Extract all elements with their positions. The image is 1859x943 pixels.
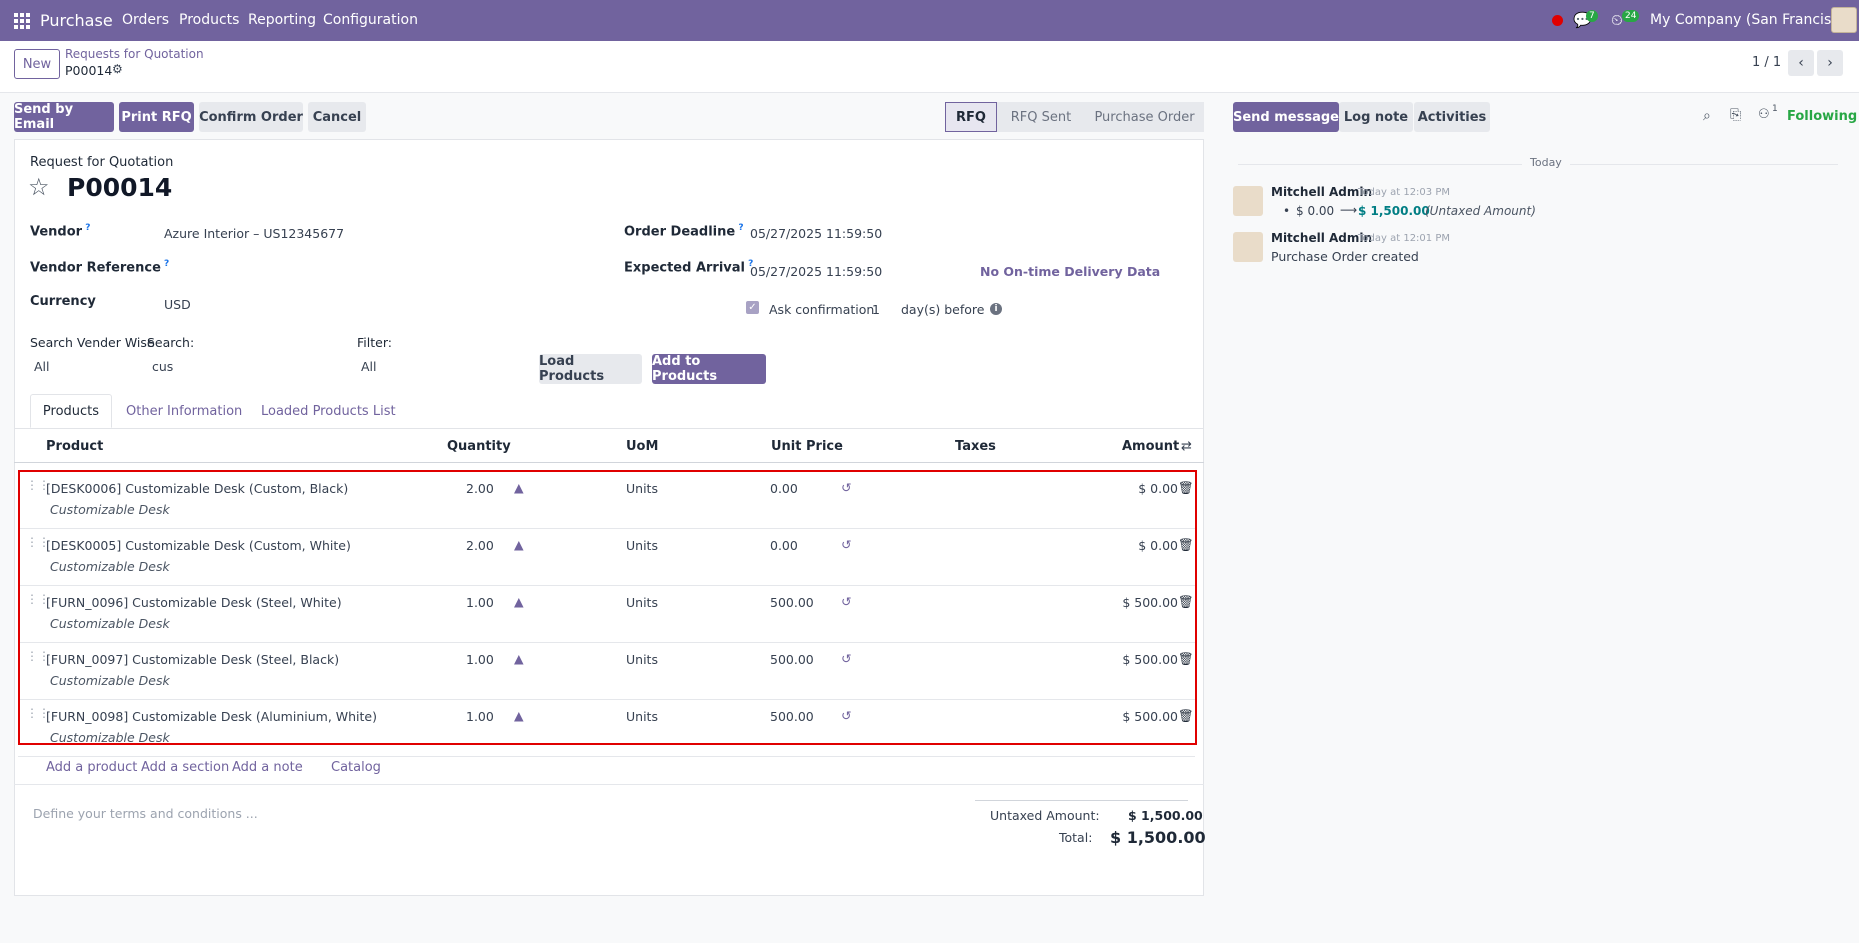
tracking-field: (Untaxed Amount) <box>1425 204 1536 218</box>
untaxed-amount-label: Untaxed Amount: <box>990 808 1100 823</box>
message-time: Today at 12:03 PM <box>1358 187 1450 198</box>
totals-divider <box>975 800 1188 801</box>
tab-loaded-products-list[interactable]: Loaded Products List <box>261 394 396 428</box>
star-icon[interactable]: ☆ <box>28 173 50 201</box>
vendor-label: Vendor ? <box>30 223 91 240</box>
stage-purchase-order[interactable]: Purchase Order <box>1085 102 1204 132</box>
gear-icon[interactable]: ⚙ <box>112 62 123 76</box>
order-deadline-label: Order Deadline ? <box>624 223 744 240</box>
on-time-delivery-link[interactable]: No On-time Delivery Data <box>980 264 1160 279</box>
untaxed-amount-value: $ 1,500.00 <box>1128 808 1203 823</box>
arrow-right-icon: ⟶ <box>1340 203 1358 217</box>
ask-confirmation-checkbox[interactable]: ✓ <box>746 301 759 314</box>
currency-label: Currency <box>30 294 96 309</box>
chat-count-badge: 7 <box>1586 10 1598 22</box>
app-name[interactable]: Purchase <box>40 11 113 30</box>
currency-field[interactable]: USD <box>164 297 191 312</box>
order-deadline-field[interactable]: 05/27/2025 11:59:50 <box>750 226 882 241</box>
vendor-field[interactable]: Azure Interior – US12345677 <box>164 226 344 241</box>
record-icon[interactable] <box>1552 15 1563 26</box>
message-body: Purchase Order created <box>1271 249 1419 264</box>
catalog-link[interactable]: Catalog <box>331 760 381 775</box>
search-vendor-label: Search Vender Wise <box>30 335 155 350</box>
tab-products[interactable]: Products <box>30 394 112 428</box>
activity-count-badge: 24 <box>1622 10 1640 22</box>
log-note-button[interactable]: Log note <box>1339 102 1413 132</box>
company-switcher[interactable]: My Company (San Francisco) <box>1650 12 1853 28</box>
attachment-icon[interactable]: ⎘ <box>1730 107 1741 123</box>
tabs-divider <box>14 428 1204 429</box>
search-vendor-select[interactable]: All <box>34 359 50 374</box>
message-author[interactable]: Mitchell Admin <box>1271 231 1372 245</box>
add-to-products-button[interactable]: Add to Products <box>652 354 766 384</box>
user-avatar[interactable] <box>1831 7 1857 33</box>
top-navbar: Purchase Orders Products Reporting Confi… <box>0 0 1859 41</box>
ask-confirmation-label: Ask confirmation <box>769 302 875 317</box>
col-unit-price[interactable]: Unit Price <box>771 439 843 454</box>
menu-orders[interactable]: Orders <box>122 12 169 28</box>
add-product-link[interactable]: Add a product <box>46 760 137 775</box>
col-product[interactable]: Product <box>46 439 103 454</box>
add-note-link[interactable]: Add a note <box>232 760 303 775</box>
tracking-new-value: $ 1,500.00 <box>1358 204 1430 218</box>
tracking-old-value: $ 0.00 <box>1296 204 1335 218</box>
menu-configuration[interactable]: Configuration <box>323 12 418 28</box>
pager-prev-icon[interactable]: ‹ <box>1788 50 1814 76</box>
breadcrumb-current: P00014 <box>65 63 113 78</box>
filter-select[interactable]: All <box>361 359 377 374</box>
days-before-label: day(s) before <box>901 302 985 317</box>
send-by-email-button[interactable]: Send by Email <box>14 102 114 132</box>
pager-next-icon[interactable]: › <box>1817 50 1843 76</box>
highlight-box <box>18 470 1197 745</box>
terms-input[interactable]: Define your terms and conditions ... <box>33 806 258 821</box>
col-amount[interactable]: Amount <box>1122 439 1179 454</box>
info-icon[interactable]: i <box>990 303 1002 315</box>
col-uom[interactable]: UoM <box>626 439 658 454</box>
col-taxes[interactable]: Taxes <box>955 439 996 454</box>
stage-rfq[interactable]: RFQ <box>945 102 997 132</box>
pager-value[interactable]: 1 / 1 <box>1752 55 1781 70</box>
message-author[interactable]: Mitchell Admin <box>1271 185 1372 199</box>
search-input[interactable]: cus <box>152 359 173 374</box>
total-value: $ 1,500.00 <box>1110 828 1206 847</box>
bullet: • <box>1283 204 1291 218</box>
header-divider <box>14 462 1204 463</box>
search-label: Search: <box>147 335 195 350</box>
new-button[interactable]: New <box>14 49 60 79</box>
col-quantity[interactable]: Quantity <box>447 439 511 454</box>
stage-rfq-sent[interactable]: RFQ Sent <box>997 102 1085 132</box>
apps-menu-icon[interactable] <box>14 13 30 29</box>
add-section-link[interactable]: Add a section <box>141 760 229 775</box>
search-icon[interactable]: ⌕ <box>1703 108 1711 124</box>
confirm-order-button[interactable]: Confirm Order <box>199 102 303 132</box>
menu-reporting[interactable]: Reporting <box>248 12 316 28</box>
order-name: P00014 <box>67 173 173 202</box>
menu-products[interactable]: Products <box>179 12 239 28</box>
send-message-button[interactable]: Send message <box>1233 102 1339 132</box>
filter-label: Filter: <box>357 335 392 350</box>
print-rfq-button[interactable]: Print RFQ <box>119 102 194 132</box>
load-products-button[interactable]: Load Products <box>539 354 642 384</box>
followers-icon[interactable]: ⚇ <box>1758 107 1770 122</box>
vendor-reference-label: Vendor Reference ? <box>30 259 170 276</box>
expected-arrival-field[interactable]: 05/27/2025 11:59:50 <box>750 264 882 279</box>
optional-columns-icon[interactable]: ⇄ <box>1181 439 1192 454</box>
activities-button[interactable]: Activities <box>1414 102 1490 132</box>
doc-type-label: Request for Quotation <box>30 155 174 170</box>
day-separator: Today <box>1522 156 1570 169</box>
lines-bottom-divider <box>14 784 1204 785</box>
followers-count: 1 <box>1772 104 1778 114</box>
tab-other-information[interactable]: Other Information <box>126 394 242 428</box>
message-avatar[interactable] <box>1233 232 1263 262</box>
ask-days-field[interactable]: 1 <box>872 302 880 317</box>
cancel-button[interactable]: Cancel <box>308 102 366 132</box>
activity-clock-icon[interactable]: ⏲ <box>1611 11 1623 29</box>
message-avatar[interactable] <box>1233 186 1263 216</box>
message-time: Today at 12:01 PM <box>1358 233 1450 244</box>
total-label: Total: <box>1059 830 1093 845</box>
expected-arrival-label: Expected Arrival ? <box>624 259 754 276</box>
control-panel: New Requests for Quotation P00014 ⚙ 1 / … <box>0 41 1859 93</box>
breadcrumb-parent[interactable]: Requests for Quotation <box>65 47 204 61</box>
following-button[interactable]: Following <box>1787 109 1857 124</box>
